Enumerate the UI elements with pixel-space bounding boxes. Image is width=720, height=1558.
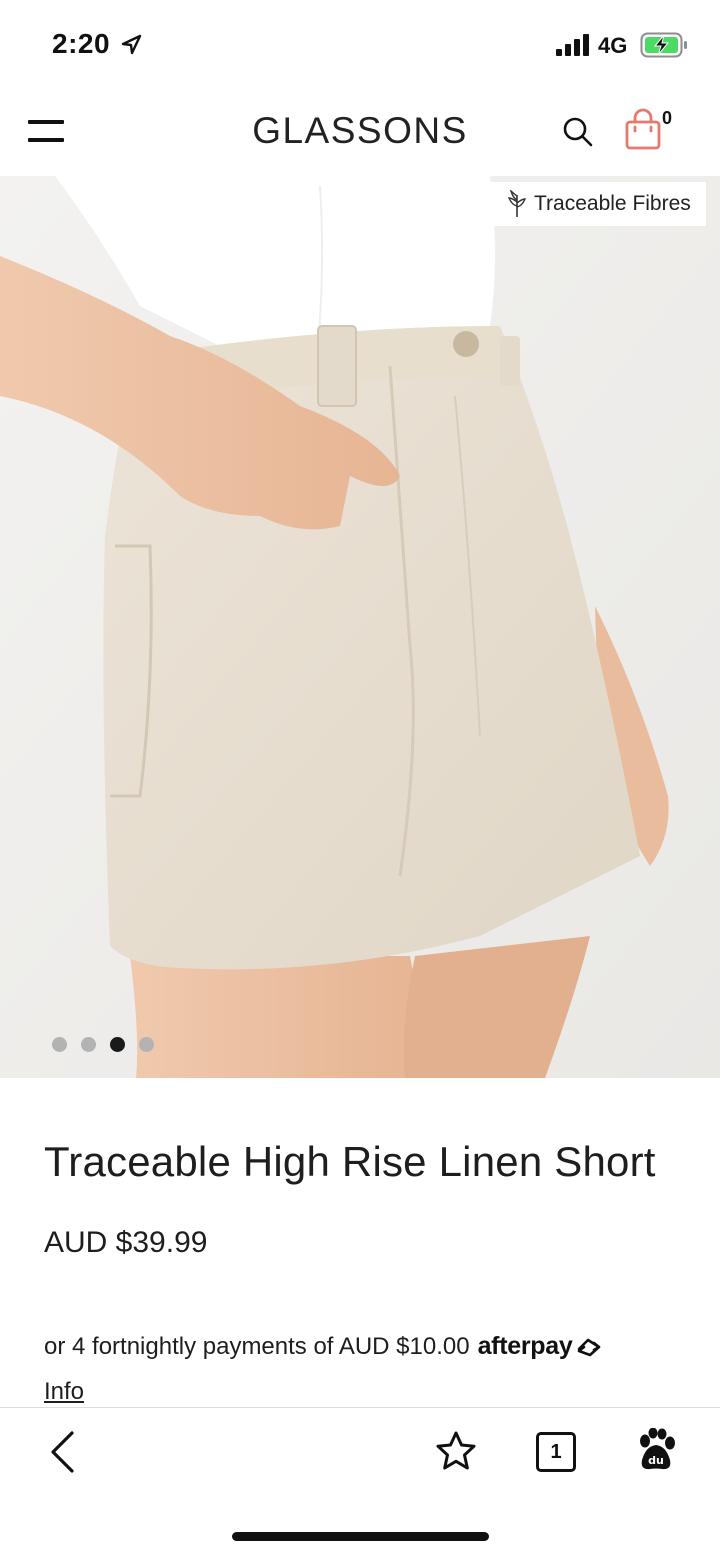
network-type: 4G [598, 33, 628, 58]
shopping-bag-icon[interactable] [624, 108, 662, 150]
installment-text: or 4 fortnightly payments of AUD $10.00 [44, 1332, 470, 1360]
afterpay-arrows-icon [578, 1338, 601, 1356]
gallery-dot[interactable] [52, 1037, 67, 1052]
baidu-paw-icon[interactable]: du [636, 1428, 676, 1472]
gallery-dot[interactable] [139, 1037, 154, 1052]
cart-count-badge: 0 [662, 108, 673, 128]
tabs-count: 1 [550, 1440, 562, 1463]
product-title: Traceable High Rise Linen Short [44, 1138, 656, 1185]
afterpay-logo: afterpay [477, 1332, 573, 1360]
status-bar: 2:20 4G [0, 0, 720, 92]
gallery-dot-active[interactable] [110, 1037, 125, 1052]
gallery-pagination [52, 1037, 154, 1053]
battery-charging-icon [640, 32, 687, 58]
cellular-signal-icon [556, 34, 589, 56]
search-icon[interactable] [562, 116, 594, 148]
product-price: AUD $39.99 [44, 1226, 208, 1259]
leaf-icon [507, 190, 527, 217]
traceable-fibres-badge: Traceable Fibres [486, 182, 706, 226]
status-time: 2:20 [52, 28, 111, 59]
location-arrow-icon [121, 34, 142, 55]
afterpay-info-link[interactable]: Info [44, 1378, 84, 1406]
product-image-gallery[interactable] [0, 176, 720, 1078]
gallery-dot[interactable] [81, 1037, 96, 1052]
badge-label: Traceable Fibres [534, 192, 691, 215]
tabs-count-button[interactable]: 1 [536, 1432, 576, 1472]
svg-text:du: du [648, 1454, 664, 1467]
product-image [0, 176, 720, 1078]
home-indicator [232, 1532, 489, 1541]
bookmark-star-icon[interactable] [434, 1430, 478, 1472]
site-header: GLASSONS 0 [0, 92, 720, 176]
afterpay-installments: or 4 fortnightly payments of AUD $10.00 … [44, 1332, 604, 1361]
brand-logo[interactable]: GLASSONS [0, 110, 720, 152]
back-chevron-icon[interactable] [46, 1430, 78, 1474]
